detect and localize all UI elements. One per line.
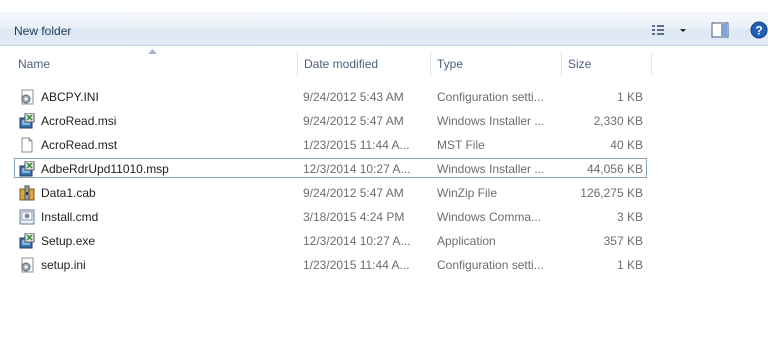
file-row[interactable]: AcroRead.msi 9/24/2012 5:47 AM Windows I…: [14, 110, 647, 130]
file-type: Application: [437, 234, 496, 248]
file-row[interactable]: Setup.exe 12/3/2014 10:27 A... Applicati…: [14, 230, 647, 250]
file-type: MST File: [437, 138, 485, 152]
file-row[interactable]: Install.cmd 3/18/2015 4:24 PM Windows Co…: [14, 206, 647, 226]
command-bar: New folder ?: [0, 12, 768, 46]
file-date: 1/23/2015 11:44 A...: [303, 258, 410, 272]
column-header-name-label: Name: [18, 57, 51, 71]
file-date: 12/3/2014 10:27 A...: [303, 234, 411, 248]
column-header-date[interactable]: Date modified: [298, 50, 431, 77]
file-row[interactable]: setup.ini 1/23/2015 11:44 A... Configura…: [14, 254, 647, 274]
winzip-icon: [19, 185, 35, 201]
svg-text:?: ?: [755, 24, 762, 38]
file-name: Data1.cab: [41, 186, 96, 200]
preview-pane-icon: [711, 22, 729, 38]
file-type: Windows Installer ...: [437, 114, 545, 128]
file-row-selected[interactable]: AdbeRdrUpd11010.msp 12/3/2014 10:27 A...…: [14, 158, 647, 178]
file-size: 357 KB: [603, 234, 643, 248]
file-size: 126,275 KB: [580, 186, 643, 200]
file-size: 2,330 KB: [593, 114, 643, 128]
file-size: 3 KB: [616, 210, 643, 224]
file-row[interactable]: Data1.cab 9/24/2012 5:47 AM WinZip File …: [14, 182, 647, 202]
file-name: Install.cmd: [41, 210, 99, 224]
file-date: 9/24/2012 5:43 AM: [303, 90, 404, 104]
column-header-type-label: Type: [437, 57, 464, 71]
file-size: 1 KB: [616, 90, 643, 104]
file-type: Configuration setti...: [437, 90, 544, 104]
column-divider[interactable]: [651, 52, 652, 76]
file-type: Windows Installer ...: [437, 162, 545, 176]
sort-ascending-icon: [148, 49, 157, 54]
file-name: Setup.exe: [41, 234, 96, 248]
command-file-icon: [19, 209, 35, 225]
column-header-type[interactable]: Type: [431, 50, 562, 77]
column-header-row: Name Date modified Type Size: [0, 49, 768, 77]
change-view-button[interactable]: [650, 23, 690, 39]
installer-icon: [19, 232, 35, 249]
file-type: Windows Comma...: [437, 210, 542, 224]
file-type: WinZip File: [437, 186, 498, 200]
installer-icon: [19, 112, 35, 129]
installer-icon: [19, 160, 35, 177]
file-name: AcroRead.mst: [41, 138, 118, 152]
column-header-size[interactable]: Size: [562, 50, 652, 77]
file-name: ABCPY.INI: [41, 90, 99, 104]
file-size: 44,056 KB: [586, 162, 643, 176]
preview-pane-button[interactable]: [711, 22, 729, 38]
file-row[interactable]: ABCPY.INI 9/24/2012 5:43 AM Configuratio…: [14, 86, 647, 106]
config-file-icon: [19, 89, 35, 105]
file-date: 9/24/2012 5:47 AM: [303, 114, 404, 128]
file-date: 12/3/2014 10:27 A...: [303, 162, 411, 176]
file-name: AdbeRdrUpd11010.msp: [41, 162, 169, 176]
file-row[interactable]: AcroRead.mst 1/23/2015 11:44 A... MST Fi…: [14, 134, 647, 154]
chevron-down-icon: [680, 29, 686, 32]
file-date: 3/18/2015 4:24 PM: [303, 210, 405, 224]
file-type: Configuration setti...: [437, 258, 544, 272]
column-header-size-label: Size: [568, 57, 592, 71]
blank-file-icon: [19, 137, 35, 153]
file-date: 1/23/2015 11:44 A...: [303, 138, 410, 152]
file-size: 40 KB: [610, 138, 643, 152]
config-file-icon: [19, 257, 35, 273]
help-icon: ?: [750, 21, 768, 39]
new-folder-button[interactable]: New folder: [14, 24, 71, 38]
file-name: AcroRead.msi: [41, 114, 117, 128]
column-header-date-label: Date modified: [304, 57, 379, 71]
file-name: setup.ini: [41, 258, 86, 272]
help-button[interactable]: ?: [750, 21, 768, 39]
file-size: 1 KB: [616, 258, 643, 272]
file-date: 9/24/2012 5:47 AM: [303, 186, 404, 200]
column-header-name[interactable]: Name: [0, 49, 298, 77]
views-icon: [652, 25, 686, 35]
